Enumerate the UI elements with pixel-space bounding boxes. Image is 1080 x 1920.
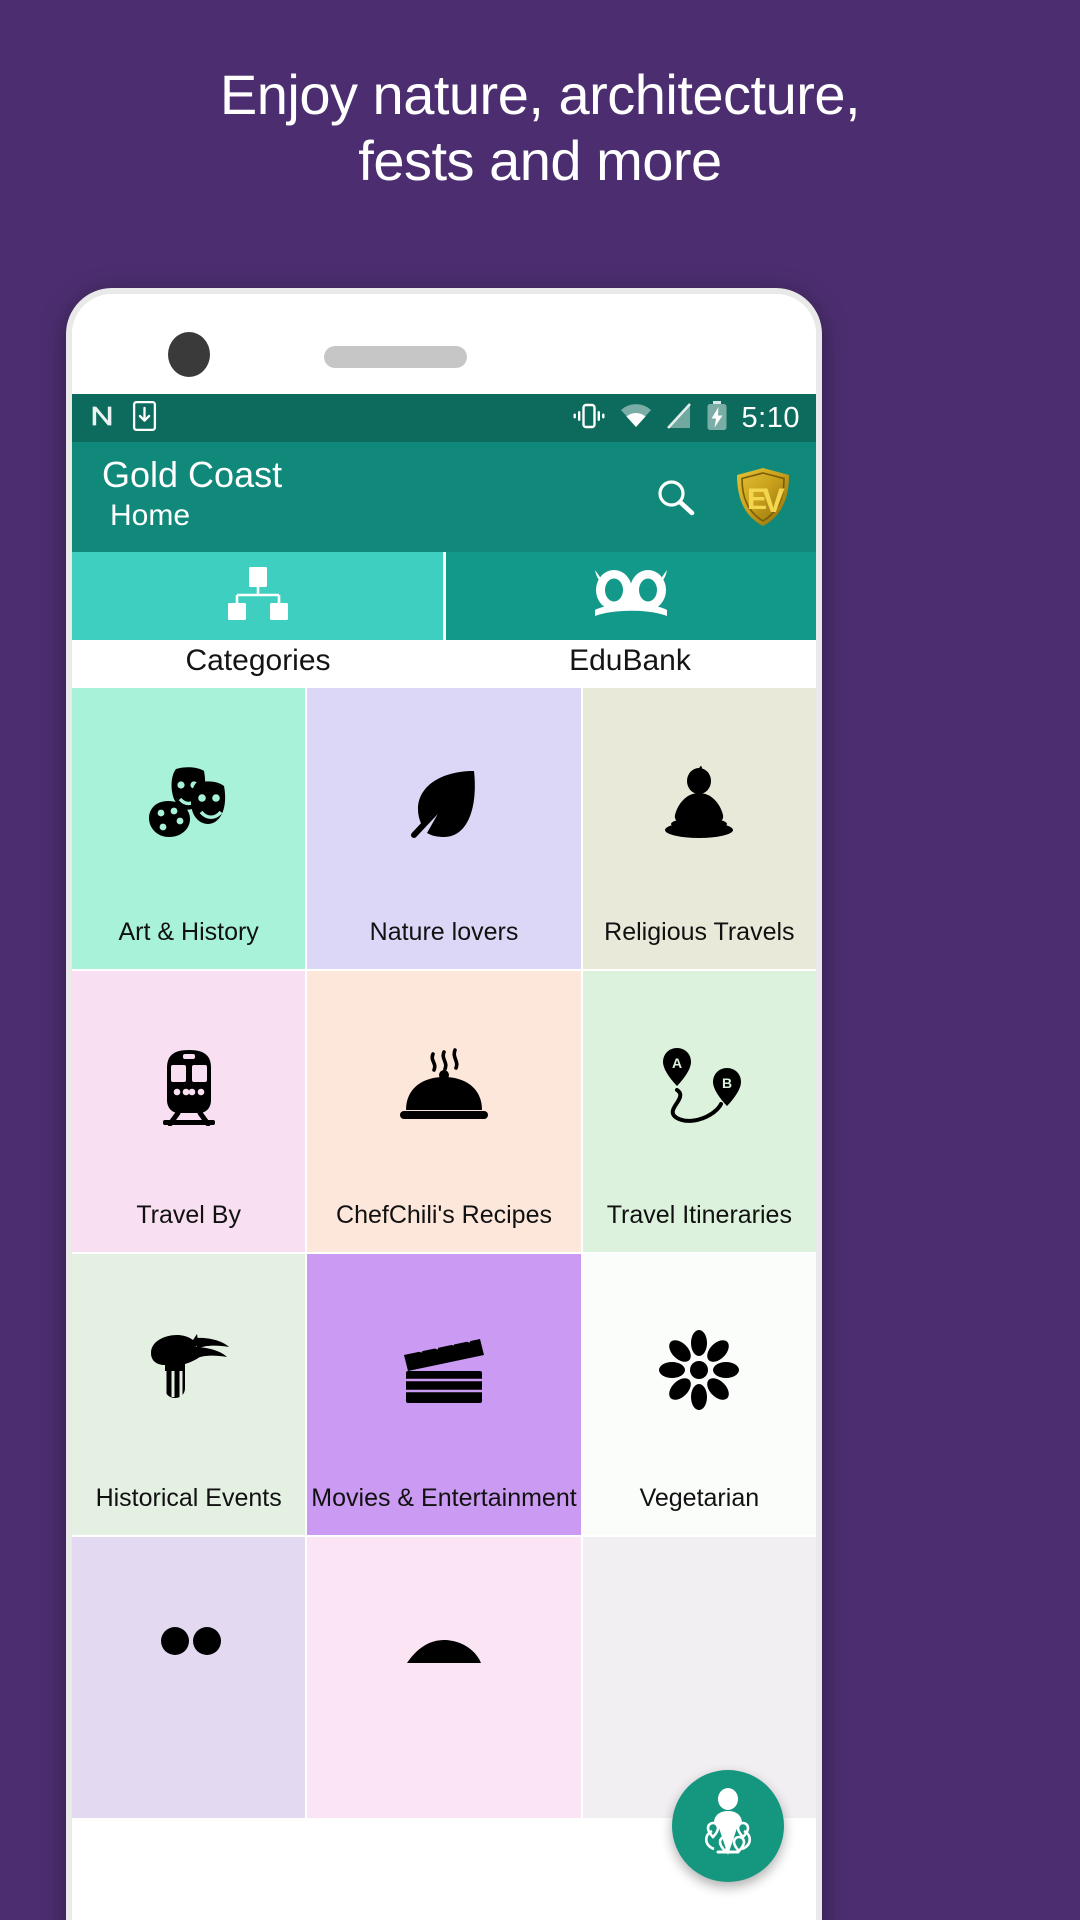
app-bar-titles: Gold Coast Home xyxy=(102,453,283,539)
front-camera-icon xyxy=(168,332,210,377)
category-tile-label: ChefChili's Recipes xyxy=(336,1201,552,1229)
owl-icon xyxy=(589,568,673,625)
app-bar: Gold Coast Home E V xyxy=(72,442,816,552)
flower-icon xyxy=(659,1330,740,1410)
category-tile-historical-events[interactable]: Historical Events xyxy=(72,1254,306,1535)
category-tile-religious-travels[interactable]: Religious Travels xyxy=(582,688,816,969)
status-bar: 5:10 xyxy=(72,394,816,442)
category-tile-label: Art & History xyxy=(118,918,259,946)
leaf-icon xyxy=(406,764,482,844)
category-tile-travel-itineraries[interactable]: A B Travel Itineraries xyxy=(582,971,816,1252)
status-bar-right-icons: 5:10 xyxy=(572,400,800,436)
page-title: Gold Coast xyxy=(102,453,283,495)
tab-label-categories: Categories xyxy=(185,644,331,677)
page-subtitle: Home xyxy=(110,499,191,533)
category-tile-row4-1[interactable] xyxy=(72,1537,306,1818)
train-icon xyxy=(157,1047,221,1127)
phone-bezel-top xyxy=(72,294,816,394)
spartan-helmet-icon xyxy=(145,1330,233,1410)
android-n-icon xyxy=(88,402,116,435)
ev-shield-logo[interactable]: E V xyxy=(734,466,792,528)
category-tile-row4-3[interactable] xyxy=(582,1537,816,1818)
phone-mockup: 5:10 Gold Coast Home E V Categories EduB… xyxy=(66,288,822,1920)
app-screen: 5:10 Gold Coast Home E V Categories EduB… xyxy=(72,394,816,1920)
buddha-icon xyxy=(661,764,737,844)
travel-assistant-fab[interactable] xyxy=(672,1770,784,1882)
wifi-icon xyxy=(620,403,652,434)
app-bar-actions: E V xyxy=(652,466,792,528)
tab-categories[interactable] xyxy=(72,552,443,640)
svg-text:A: A xyxy=(672,1055,682,1071)
category-tile-label: Religious Travels xyxy=(604,918,795,946)
tab-bar xyxy=(72,552,816,640)
shoe-icon xyxy=(401,1613,487,1693)
category-tile-art-history[interactable]: Art & History xyxy=(72,688,306,969)
people-icon xyxy=(149,1613,229,1693)
category-tile-movies-entertainment[interactable]: Movies & Entertainment xyxy=(307,1254,581,1535)
theatre-masks-palette-icon xyxy=(148,764,230,844)
category-tile-chefchilis-recipes[interactable]: ChefChili's Recipes xyxy=(307,971,581,1252)
category-tile-vegetarian[interactable]: Vegetarian xyxy=(582,1254,816,1535)
earpiece-speaker xyxy=(324,346,467,368)
person-with-map-pins-icon xyxy=(690,1786,766,1867)
status-bar-clock: 5:10 xyxy=(741,401,800,434)
svg-text:B: B xyxy=(722,1075,732,1091)
category-tile-label: Movies & Entertainment xyxy=(311,1484,577,1512)
phone-screen-container: 5:10 Gold Coast Home E V Categories EduB… xyxy=(72,294,816,1920)
promo-headline: Enjoy nature, architecture, fests and mo… xyxy=(0,62,1080,194)
category-tile-label: Vegetarian xyxy=(639,1484,760,1512)
category-grid: Art & History Nature lovers Religious Tr… xyxy=(72,688,816,1818)
sitemap-hierarchy-icon xyxy=(225,566,289,627)
category-tile-row4-2[interactable] xyxy=(307,1537,581,1818)
category-tile-nature-lovers[interactable]: Nature lovers xyxy=(307,688,581,969)
food-cloche-icon xyxy=(398,1047,490,1127)
category-tile-travel-by[interactable]: Travel By xyxy=(72,971,306,1252)
promo-headline-line1: Enjoy nature, architecture, xyxy=(219,63,861,126)
clapperboard-icon xyxy=(400,1330,488,1410)
category-tile-label: Nature lovers xyxy=(369,918,519,946)
search-icon[interactable] xyxy=(652,474,698,520)
route-a-to-b-icon: A B xyxy=(653,1047,745,1127)
tab-label-edubank: EduBank xyxy=(569,644,691,677)
category-tile-label: Travel By xyxy=(136,1201,241,1229)
tab-labels: Categories EduBank xyxy=(72,640,816,688)
tab-edubank[interactable] xyxy=(445,552,816,640)
category-tile-label: Historical Events xyxy=(95,1484,282,1512)
signal-off-icon xyxy=(666,402,692,435)
status-bar-left-icons xyxy=(88,400,157,436)
promo-headline-line2: fests and more xyxy=(358,129,722,193)
svg-text:V: V xyxy=(762,482,785,520)
category-tile-label: Travel Itineraries xyxy=(606,1201,792,1229)
vibrate-icon xyxy=(572,402,606,435)
battery-charging-icon xyxy=(706,400,728,436)
download-icon xyxy=(132,400,157,436)
